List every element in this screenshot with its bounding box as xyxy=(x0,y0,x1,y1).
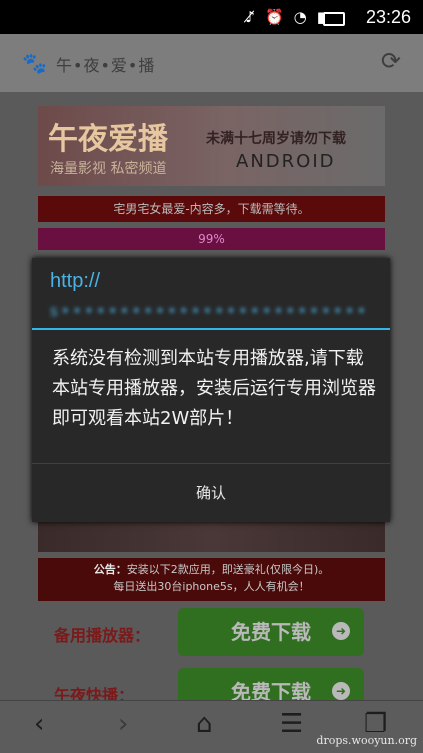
dialog-url-blurred: s•••••••••••••••••••••••••••20•••.com xyxy=(50,302,370,318)
status-time: 23:26 xyxy=(365,7,411,27)
site-title[interactable]: 午•夜•爱•播 xyxy=(56,52,155,76)
forward-icon[interactable]: › xyxy=(118,709,128,739)
dialog-divider xyxy=(32,328,390,330)
download-label: 午夜快播： xyxy=(54,686,135,700)
home-icon[interactable]: ⌂ xyxy=(196,709,213,739)
dialog-title: http:// xyxy=(50,270,101,292)
notice-line-2: 每日送出30台iphone5s，人人有机会！ xyxy=(113,580,310,593)
arrow-right-icon: ➜ xyxy=(332,682,350,700)
alarm-icon: ⏰ xyxy=(264,8,284,26)
ad-banner[interactable]: 午夜爱播 海量影视 私密频道 未满十七周岁请勿下载 ANDROID xyxy=(38,106,385,186)
refresh-icon[interactable]: ⟳ xyxy=(381,47,401,75)
menu-icon[interactable]: ☰ xyxy=(280,709,303,739)
alert-dialog: http:// s•••••••••••••••••••••••••••20••… xyxy=(32,258,390,522)
download-row-midnight-player: 午夜快播： 免费下载 ➜ xyxy=(38,668,385,700)
browser-address-bar[interactable]: 🐾 午•夜•爱•播 ⟳ xyxy=(0,34,423,92)
download-button-label: 免费下载 xyxy=(231,620,311,644)
back-icon[interactable]: ‹ xyxy=(34,709,44,739)
wifi-icon: ◔ xyxy=(293,8,307,26)
watermark: drops.wooyun.org xyxy=(316,734,417,747)
notice-box: 公告：安装以下2款应用，即送豪礼(仅限今日)。 每日送出30台iphone5s，… xyxy=(38,558,385,601)
download-row-backup-player: 备用播放器： 免费下载 ➜ xyxy=(38,608,385,660)
banner-subtitle: 海量影视 私密频道 xyxy=(50,161,167,177)
status-bar: ♪̸ ⏰ ◔ ▮ 23:26 xyxy=(0,0,423,34)
free-download-button[interactable]: 免费下载 ➜ xyxy=(178,668,364,700)
arrow-right-icon: ➜ xyxy=(332,622,350,640)
banner-platform: ANDROID xyxy=(236,151,336,172)
banner-age-notice: 未满十七周岁请勿下载 xyxy=(206,131,346,147)
mute-icon: ♪̸ xyxy=(245,8,255,26)
download-button-label: 免费下载 xyxy=(231,680,311,700)
status-icons: ♪̸ ⏰ ◔ ▮ xyxy=(245,8,325,26)
notice-line-1: 安装以下2款应用，即送豪礼(仅限今日)。 xyxy=(126,563,330,576)
progress-bar: 99% xyxy=(38,228,385,250)
paw-icon: 🐾 xyxy=(22,51,47,75)
promo-strip: 宅男宅女最爱-内容多，下载需等待。 xyxy=(38,196,385,222)
confirm-button[interactable]: 确认 xyxy=(32,464,390,522)
battery-icon xyxy=(323,12,345,26)
banner-title: 午夜爱播 xyxy=(48,122,168,157)
free-download-button[interactable]: 免费下载 ➜ xyxy=(178,608,364,656)
dialog-message: 系统没有检测到本站专用播放器,请下载本站专用播放器，安装后运行专用浏览器即可观看… xyxy=(52,348,376,429)
download-label: 备用播放器： xyxy=(54,626,151,645)
notice-label: 公告： xyxy=(93,563,127,576)
